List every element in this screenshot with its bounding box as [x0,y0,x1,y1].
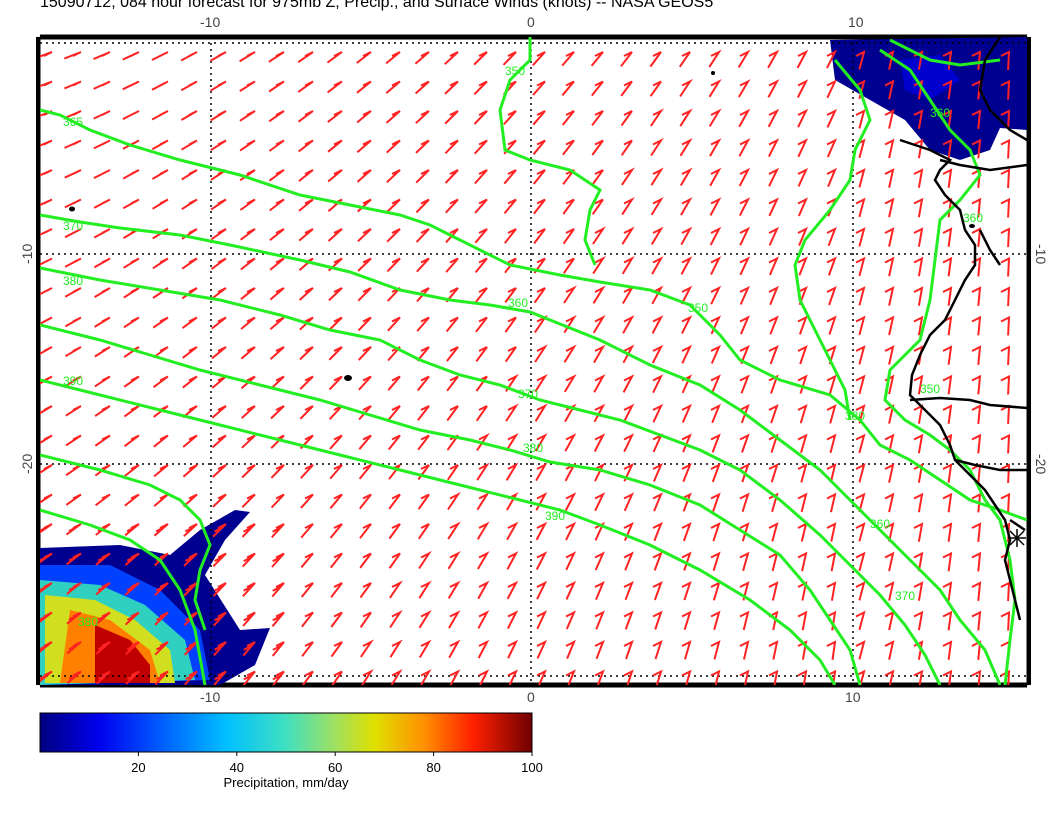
contour-label: 365 [63,115,83,129]
contour-label: 370 [895,589,915,603]
bottom-lon-label: 10 [845,689,861,705]
right-lat-label: -20 [1033,454,1049,474]
contour-label: 370 [518,387,538,401]
colorbar-tick-label: 100 [521,760,543,775]
contour-label: 370 [63,219,83,233]
contour-label: 360 [963,211,983,225]
bottom-lon-label: -10 [200,689,220,705]
colorbar-tick-label: 20 [131,760,145,775]
left-lat-label: -20 [19,454,35,474]
top-lon-label: -10 [200,14,220,30]
contour-label: 390 [63,374,83,388]
contour-label: 380 [523,441,543,455]
colorbar-tick-label: 40 [230,760,244,775]
left-lat-label: -10 [19,244,35,264]
top-lon-label: 10 [848,14,864,30]
contour-label: 360 [508,296,528,310]
colorbar-label: Precipitation, mm/day [223,775,349,790]
contour-label: 380 [63,274,83,288]
contour-label: 380 [78,615,98,629]
contour-label: 390 [545,509,565,523]
contour-label: 380 [845,409,865,423]
colorbar-ticks: 20 40 60 80 100 [131,752,543,775]
right-lat-label: -10 [1033,244,1049,264]
bottom-lon-label: 0 [527,689,535,705]
contour-label: 350 [505,64,525,78]
colorbar-tick-label: 80 [426,760,440,775]
precip-colorbar [39,712,533,753]
colorbar-tick-label: 60 [328,760,342,775]
forecast-map: 365 370 380 390 350 360 370 380 350 390 … [19,14,1049,775]
contour-label: 350 [688,301,708,315]
station-marker [1008,529,1026,547]
contour-label: 350 [920,382,940,396]
contour-label: 360 [870,517,890,531]
contour-label: 360 [930,106,950,120]
top-lon-label: 0 [527,14,535,30]
